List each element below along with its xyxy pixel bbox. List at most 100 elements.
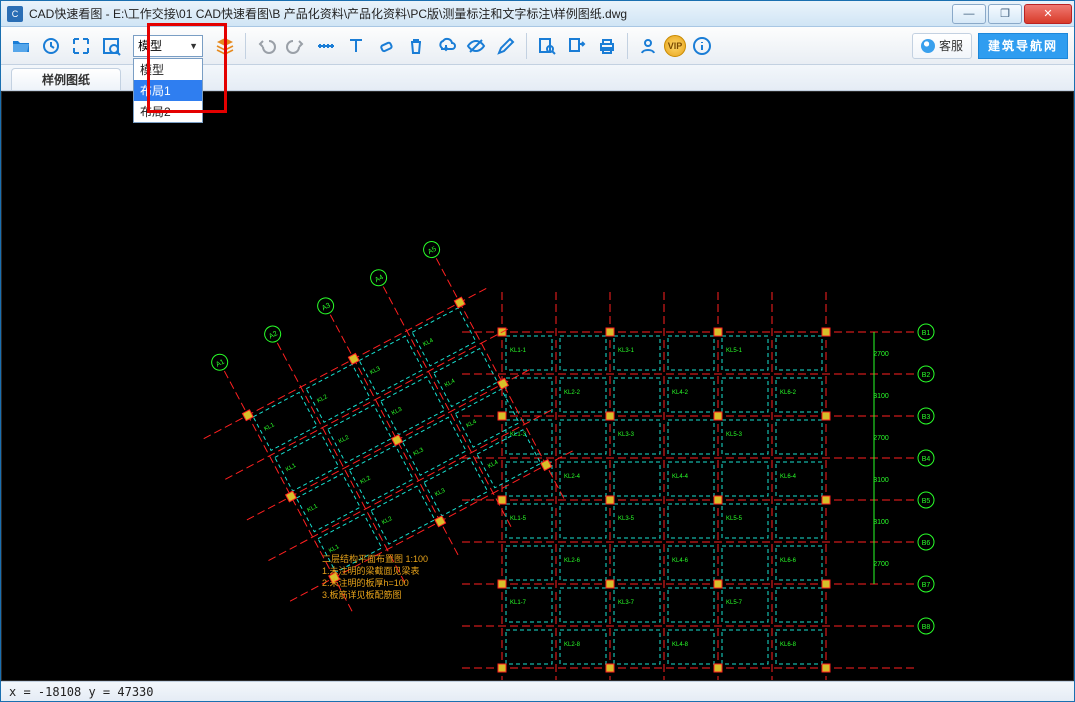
edit-button[interactable] bbox=[492, 32, 520, 60]
svg-text:KL4-4: KL4-4 bbox=[672, 474, 689, 480]
svg-text:2.未注明的板厚h=100: 2.未注明的板厚h=100 bbox=[322, 577, 409, 588]
layout-option-layout1[interactable]: 布局1 bbox=[134, 80, 202, 101]
svg-text:A4: A4 bbox=[374, 274, 385, 284]
layout-dropdown[interactable]: 模型 ▼ 模型 布局1 布局2 bbox=[133, 35, 203, 57]
svg-text:KL2: KL2 bbox=[316, 394, 329, 405]
svg-text:2700: 2700 bbox=[873, 435, 889, 442]
svg-text:KL6-2: KL6-2 bbox=[780, 390, 797, 396]
svg-text:A5: A5 bbox=[427, 246, 438, 256]
app-name: CAD快速看图 bbox=[29, 7, 102, 21]
minimize-button[interactable]: — bbox=[952, 4, 986, 24]
svg-text:KL1-5: KL1-5 bbox=[510, 516, 527, 522]
window-title: CAD快速看图 - E:\工作交接\01 CAD快速看图\B 产品化资料\产品化… bbox=[29, 5, 950, 22]
qq-icon bbox=[921, 39, 935, 53]
svg-text:KL4: KL4 bbox=[487, 459, 500, 470]
history-button[interactable] bbox=[37, 32, 65, 60]
svg-text:KL3: KL3 bbox=[369, 366, 382, 377]
customer-service-button[interactable]: 客服 bbox=[912, 33, 972, 59]
svg-text:KL1-1: KL1-1 bbox=[510, 348, 527, 354]
cursor-coordinates: x = -18108 y = 47330 bbox=[9, 685, 154, 699]
svg-text:二层结构平面布置图 1:100: 二层结构平面布置图 1:100 bbox=[322, 553, 428, 564]
svg-text:KL3-5: KL3-5 bbox=[618, 516, 635, 522]
svg-text:2700: 2700 bbox=[873, 351, 889, 358]
zoom-window-button[interactable] bbox=[97, 32, 125, 60]
svg-text:KL1-3: KL1-3 bbox=[510, 432, 527, 438]
svg-text:KL4: KL4 bbox=[444, 378, 457, 389]
delete-button[interactable] bbox=[402, 32, 430, 60]
svg-text:KL1: KL1 bbox=[263, 422, 276, 433]
svg-text:KL2-4: KL2-4 bbox=[564, 474, 581, 480]
svg-text:KL2: KL2 bbox=[360, 475, 373, 486]
svg-text:KL4-2: KL4-2 bbox=[672, 390, 689, 396]
navsite-link[interactable]: 建筑导航网 bbox=[978, 33, 1068, 59]
svg-text:3.板筋详见板配筋图: 3.板筋详见板配筋图 bbox=[322, 589, 402, 600]
svg-text:KL6-4: KL6-4 bbox=[780, 474, 797, 480]
svg-text:KL6-8: KL6-8 bbox=[780, 642, 797, 648]
account-button[interactable] bbox=[634, 32, 662, 60]
svg-text:KL5-3: KL5-3 bbox=[726, 432, 743, 438]
svg-text:B2: B2 bbox=[922, 372, 931, 379]
undo-button[interactable] bbox=[252, 32, 280, 60]
svg-text:KL5-7: KL5-7 bbox=[726, 600, 743, 606]
svg-text:B3: B3 bbox=[922, 414, 931, 421]
customer-service-label: 客服 bbox=[939, 37, 963, 54]
svg-text:B1: B1 bbox=[922, 330, 931, 337]
svg-text:B4: B4 bbox=[922, 456, 931, 463]
open-file-button[interactable] bbox=[7, 32, 35, 60]
svg-text:3100: 3100 bbox=[873, 519, 889, 526]
svg-text:A3: A3 bbox=[321, 302, 332, 312]
layout-option-layout2[interactable]: 布局2 bbox=[134, 101, 202, 122]
toolbar-right-group: 客服 建筑导航网 bbox=[912, 33, 1068, 59]
svg-text:KL3: KL3 bbox=[391, 406, 404, 417]
cloud-download-button[interactable] bbox=[432, 32, 460, 60]
file-path: E:\工作交接\01 CAD快速看图\B 产品化资料\产品化资料\PC版\测量标… bbox=[113, 7, 627, 21]
close-button[interactable]: ✕ bbox=[1024, 4, 1072, 24]
svg-text:KL5-5: KL5-5 bbox=[726, 516, 743, 522]
layout-selected-value: 模型 bbox=[138, 37, 162, 54]
svg-text:KL3-7: KL3-7 bbox=[618, 600, 635, 606]
window-controls: — ❐ ✕ bbox=[950, 4, 1072, 24]
export-button[interactable] bbox=[563, 32, 591, 60]
drawing-canvas[interactable]: KL1-1KL1-3KL1-5KL1-7KL2-2KL2-4KL2-6KL2-8… bbox=[1, 91, 1074, 681]
svg-text:B8: B8 bbox=[922, 624, 931, 631]
find-text-button[interactable] bbox=[533, 32, 561, 60]
toolbar-separator bbox=[245, 33, 246, 59]
svg-text:KL3-1: KL3-1 bbox=[618, 348, 635, 354]
redo-button[interactable] bbox=[282, 32, 310, 60]
svg-text:3100: 3100 bbox=[873, 477, 889, 484]
tab-sample-drawing[interactable]: 样例图纸 bbox=[11, 68, 121, 90]
svg-text:KL3: KL3 bbox=[412, 447, 425, 458]
svg-text:KL1: KL1 bbox=[307, 503, 320, 514]
svg-text:KL1-7: KL1-7 bbox=[510, 600, 527, 606]
svg-text:KL5-1: KL5-1 bbox=[726, 348, 743, 354]
svg-text:A2: A2 bbox=[268, 330, 279, 340]
svg-text:KL2-6: KL2-6 bbox=[564, 558, 581, 564]
svg-text:KL3-3: KL3-3 bbox=[618, 432, 635, 438]
svg-text:KL4: KL4 bbox=[465, 419, 478, 430]
svg-text:B7: B7 bbox=[922, 582, 931, 589]
info-button[interactable] bbox=[688, 32, 716, 60]
titlebar: C CAD快速看图 - E:\工作交接\01 CAD快速看图\B 产品化资料\产… bbox=[1, 1, 1074, 27]
zoom-extents-button[interactable] bbox=[67, 32, 95, 60]
svg-text:KL4-6: KL4-6 bbox=[672, 558, 689, 564]
toolbar-separator bbox=[526, 33, 527, 59]
hide-button[interactable] bbox=[462, 32, 490, 60]
app-window: C CAD快速看图 - E:\工作交接\01 CAD快速看图\B 产品化资料\产… bbox=[0, 0, 1075, 702]
eraser-button[interactable] bbox=[372, 32, 400, 60]
svg-text:1.未注明的梁截面见梁表: 1.未注明的梁截面见梁表 bbox=[322, 565, 420, 576]
print-button[interactable] bbox=[593, 32, 621, 60]
svg-text:B5: B5 bbox=[922, 498, 931, 505]
svg-text:KL2-8: KL2-8 bbox=[564, 642, 581, 648]
svg-text:KL1: KL1 bbox=[328, 544, 341, 555]
layout-dropdown-list: 模型 布局1 布局2 bbox=[133, 58, 203, 123]
vip-badge[interactable]: VIP bbox=[664, 35, 686, 57]
layers-button[interactable] bbox=[211, 32, 239, 60]
text-annotation-button[interactable] bbox=[342, 32, 370, 60]
layout-option-model[interactable]: 模型 bbox=[134, 59, 202, 80]
measure-button[interactable] bbox=[312, 32, 340, 60]
svg-text:KL2: KL2 bbox=[381, 516, 394, 527]
app-icon: C bbox=[7, 6, 23, 22]
status-bar: x = -18108 y = 47330 bbox=[1, 681, 1074, 701]
chevron-down-icon: ▼ bbox=[189, 41, 198, 51]
maximize-button[interactable]: ❐ bbox=[988, 4, 1022, 24]
